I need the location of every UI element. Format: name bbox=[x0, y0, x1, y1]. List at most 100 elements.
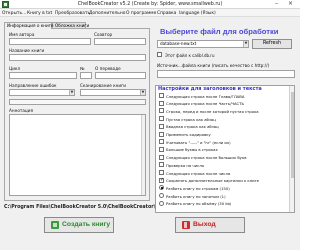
settings-checkbox[interactable] bbox=[159, 162, 164, 168]
chevron-down-icon: ▼ bbox=[140, 90, 145, 95]
settings-title: Настройки для заголовков и текста bbox=[158, 86, 262, 92]
chevron-down-icon: ▼ bbox=[243, 41, 248, 47]
create-book-label: Создать книгу bbox=[62, 221, 111, 228]
settings-option-label: Строка, перед и после которой пустая стр… bbox=[166, 108, 259, 114]
scan-select[interactable]: ▼ bbox=[80, 89, 146, 96]
chevron-down-icon: ▼ bbox=[69, 90, 74, 95]
settings-checkbox[interactable] bbox=[159, 116, 164, 122]
settings-radio[interactable] bbox=[159, 200, 164, 206]
settings-option[interactable]: Разбить книгу по объёму (30 kb) bbox=[159, 200, 285, 207]
settings-option[interactable]: Большие буквы в строках bbox=[159, 146, 285, 153]
book-info-panel: Имя автора Соавтор Название книги Цикл №… bbox=[4, 28, 150, 201]
menu-convert[interactable]: Преобразовать bbox=[55, 11, 90, 16]
install-path: C:\Program Files\ChelBookCreator 5.0\Che… bbox=[4, 205, 156, 210]
genre-extra-field[interactable] bbox=[9, 99, 146, 105]
annotation-textarea[interactable] bbox=[9, 114, 146, 196]
scan-label: Сканирование книги bbox=[80, 83, 127, 88]
settings-option[interactable]: Следующая строка после Часть/ЧАСТЬ bbox=[159, 100, 285, 107]
settings-option[interactable]: Разбить книгу по строкам (150) bbox=[159, 185, 285, 191]
menu-bar: Открыть... Книгу в txt Преобразовать Доп… bbox=[0, 9, 300, 17]
settings-option[interactable]: Вводная строка как абзац bbox=[159, 123, 285, 130]
settings-radio[interactable] bbox=[159, 193, 164, 199]
settings-option[interactable]: Пустая строка как абзац bbox=[159, 116, 285, 122]
settings-option[interactable]: Применить кодировку bbox=[159, 131, 285, 138]
title-label: Название книги bbox=[9, 48, 45, 53]
book-icon bbox=[51, 221, 59, 229]
genre-label: Направление ошибок bbox=[9, 83, 57, 88]
exit-door-icon bbox=[182, 221, 190, 229]
settings-checkbox[interactable] bbox=[159, 100, 164, 106]
settings-option[interactable]: Следующая строка после больших букв bbox=[159, 154, 285, 161]
source-url-input[interactable] bbox=[157, 70, 295, 78]
genre-select[interactable]: ▼ bbox=[9, 89, 75, 96]
file-heading: Выберите файл для обработки bbox=[160, 27, 279, 36]
settings-scrollbar[interactable] bbox=[289, 86, 294, 212]
window-title: ChelBookCreator v5.2 (Create by: Spider,… bbox=[77, 1, 223, 7]
settings-option[interactable]: Следующая строка после Глава/ГЛАВА bbox=[159, 93, 285, 99]
settings-option-label: Следующая строка после больших букв bbox=[166, 155, 247, 161]
settings-panel: Настройки для заголовков и текста Следую… bbox=[155, 85, 295, 213]
settings-scroll-thumb[interactable] bbox=[290, 92, 294, 178]
settings-checkbox[interactable] bbox=[159, 108, 164, 114]
file-value: database-new.txt bbox=[160, 41, 197, 46]
settings-option[interactable]: Учитывать "-----" и "hr" (если их) bbox=[159, 139, 285, 145]
annotation-scrollbar[interactable] bbox=[141, 115, 145, 195]
settings-option-label: Разбить книгу по запятым (1) bbox=[166, 193, 226, 199]
tab-book-info[interactable]: Информация о книге bbox=[4, 22, 53, 29]
translation-label: О переводе bbox=[95, 66, 121, 71]
settings-option-label: Следующая строка после Глава/ГЛАВА bbox=[166, 93, 245, 99]
settings-option-label: Применить кодировку bbox=[166, 132, 211, 137]
settings-option-label: Разбить книгу по строкам (150) bbox=[166, 185, 230, 191]
cycle-label: Цикл bbox=[9, 66, 21, 71]
calibre-label: Этот файл к calibl.db.ru bbox=[165, 52, 215, 58]
number-input[interactable] bbox=[80, 72, 92, 79]
settings-checkbox[interactable] bbox=[159, 131, 164, 137]
menu-about[interactable]: О программе bbox=[126, 11, 156, 16]
settings-option[interactable]: Сохранять дополнительные картинки к книг… bbox=[159, 177, 285, 184]
calibre-checkbox[interactable] bbox=[157, 52, 162, 57]
close-button[interactable]: × bbox=[286, 1, 295, 8]
settings-checkbox[interactable] bbox=[159, 123, 164, 129]
cycle-input[interactable] bbox=[9, 72, 77, 79]
settings-option[interactable]: Разбить книгу по запятым (1) bbox=[159, 193, 285, 199]
menu-extra[interactable]: Дополнительно bbox=[89, 11, 125, 16]
settings-option[interactable]: Следующая строка после числа bbox=[159, 170, 285, 176]
book-title-input[interactable] bbox=[9, 54, 146, 61]
title-bar: ChelBookCreator v5.2 (Create by: Spider,… bbox=[0, 0, 300, 9]
exit-label: Выход bbox=[193, 221, 216, 228]
menu-help[interactable]: Справка bbox=[157, 11, 176, 16]
author-input[interactable] bbox=[9, 38, 91, 45]
exit-button[interactable]: Выход bbox=[175, 217, 245, 233]
settings-option[interactable]: Строка, перед и после которой пустая стр… bbox=[159, 108, 285, 114]
settings-option-label: Большие буквы в строках bbox=[166, 147, 218, 153]
settings-checkbox[interactable] bbox=[159, 170, 164, 175]
settings-option-label: Вводная строка как абзац bbox=[166, 124, 219, 130]
number-label: № bbox=[80, 66, 85, 71]
settings-option[interactable]: Проверка на число bbox=[159, 162, 285, 168]
file-select[interactable]: database-new.txt ▼ bbox=[157, 40, 249, 48]
source-heading: Источник...файла книги (писать кечество … bbox=[157, 63, 270, 68]
settings-option-label: Разбить книгу по объёму (30 kb) bbox=[166, 201, 232, 207]
minimize-button[interactable]: – bbox=[272, 1, 281, 8]
menu-book-to-txt[interactable]: Книгу в txt bbox=[27, 11, 52, 16]
create-book-button[interactable]: Создать книгу bbox=[44, 217, 114, 233]
app-window: ChelBookCreator v5.2 (Create by: Spider,… bbox=[0, 0, 300, 250]
coauthor-input[interactable] bbox=[94, 38, 146, 45]
refresh-button[interactable]: Refresh bbox=[252, 39, 292, 49]
settings-checkbox[interactable] bbox=[159, 146, 164, 152]
menu-open[interactable]: Открыть... bbox=[2, 11, 26, 16]
settings-option-label: Учитывать "-----" и "hr" (если их) bbox=[166, 139, 231, 145]
settings-checkbox[interactable] bbox=[159, 177, 164, 183]
settings-option-label: Пустая строка как абзац bbox=[166, 116, 216, 122]
translation-input[interactable] bbox=[95, 72, 146, 79]
settings-option-label: Проверка на число bbox=[166, 162, 204, 168]
menu-language[interactable]: language (Язык) bbox=[179, 11, 216, 16]
settings-option-label: Следующая строка после числа bbox=[166, 170, 231, 176]
settings-checkbox[interactable] bbox=[159, 139, 164, 145]
settings-checkbox[interactable] bbox=[159, 93, 164, 98]
coauthor-label: Соавтор bbox=[94, 32, 113, 37]
settings-checkbox[interactable] bbox=[159, 154, 164, 160]
settings-radio[interactable] bbox=[159, 185, 164, 191]
settings-option-label: Сохранять дополнительные картинки к книг… bbox=[166, 178, 259, 184]
settings-option-label: Следующая строка после Часть/ЧАСТЬ bbox=[166, 101, 245, 107]
